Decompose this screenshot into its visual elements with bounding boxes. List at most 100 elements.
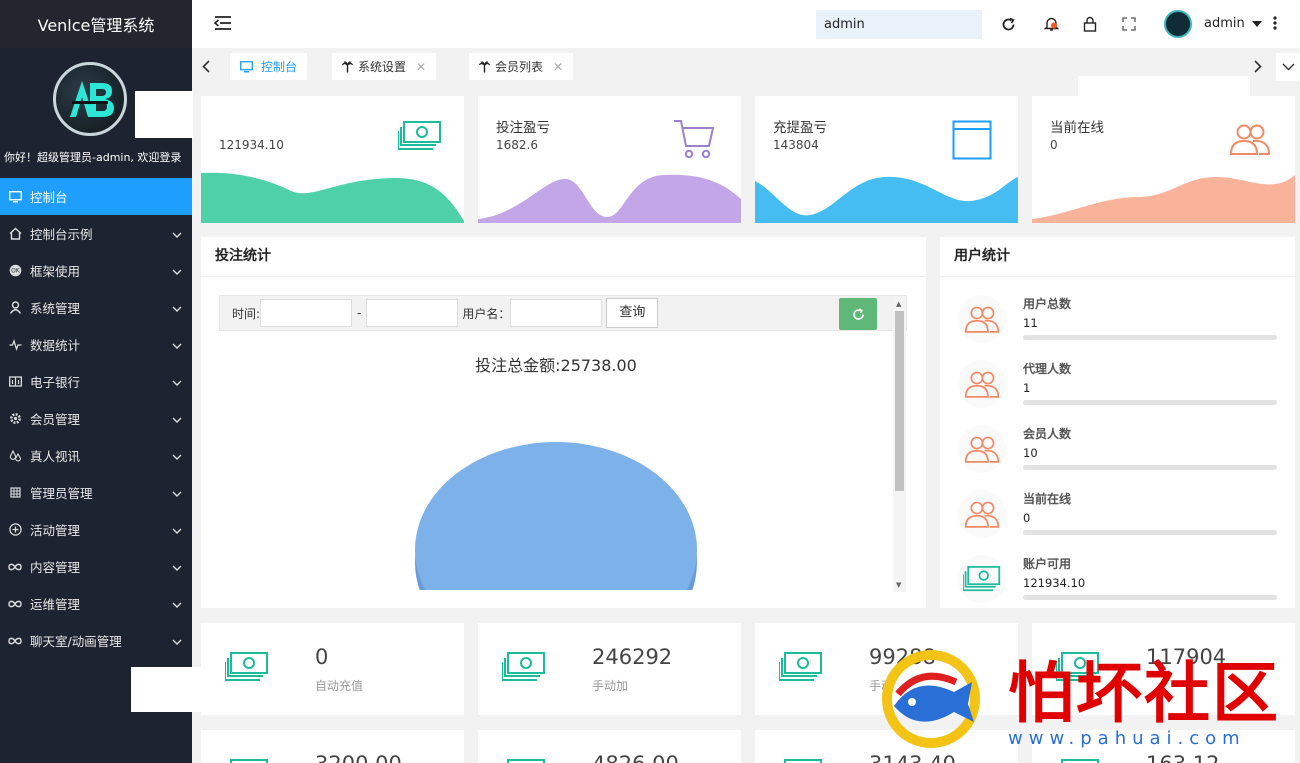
sidebar-item-system[interactable]: 系统管理 [0, 289, 192, 326]
close-icon[interactable]: ✕ [416, 60, 426, 74]
occlusion-box [135, 91, 193, 138]
welcome-text: 你好！超级管理员-admin, 欢迎登录 [4, 151, 182, 164]
sidebar-item-label: 控制台 [30, 190, 68, 205]
ok-icon: OK [8, 264, 22, 278]
chevron-down-icon [172, 559, 182, 574]
sidebar-item-dashboard[interactable]: 控制台 [0, 178, 192, 215]
pulse-icon [8, 338, 22, 352]
stat-wave-graphic [1032, 175, 1295, 223]
scrollbar-thumb[interactable] [895, 311, 904, 491]
bet-filter-bar: 时间: - 用户名： 查询 [219, 295, 907, 331]
user-menu[interactable]: admin [1204, 16, 1262, 31]
sidebar-item-live-video[interactable]: 真人视讯 [0, 437, 192, 474]
user-stat-label: 当前在线 [1023, 492, 1072, 506]
cash-icon [501, 651, 546, 687]
stat-card-value: 143804 [773, 138, 819, 152]
user-stat-bar [1023, 530, 1277, 535]
user-stat-label: 代理人数 [1023, 362, 1072, 376]
refresh-icon[interactable] [998, 14, 1018, 34]
user-stat-label: 会员人数 [1023, 427, 1072, 441]
end-time-input[interactable] [366, 299, 459, 327]
tab-dropdown-icon[interactable] [1276, 53, 1300, 81]
bet-pie-chart [415, 442, 697, 590]
monitor-icon [240, 60, 253, 73]
sidebar-item-admins[interactable]: 管理员管理 [0, 474, 192, 511]
scroll-down-icon[interactable]: ▼ [896, 581, 901, 589]
infinity-icon [8, 634, 22, 648]
sidebar-item-data-stats[interactable]: 数据统计 [0, 326, 192, 363]
sidebar-item-label: 电子银行 [30, 375, 81, 390]
stat-card-title: 投注盈亏 [496, 120, 550, 136]
user-stat-bar [1023, 595, 1277, 600]
user-avatar[interactable] [1164, 10, 1192, 38]
sidebar-item-content[interactable]: 内容管理 [0, 548, 192, 585]
watermark: 怕坏社区 www.pahuai.com [876, 640, 1296, 763]
gear-icon [8, 412, 22, 426]
stat-card-online: 当前在线 0 [1032, 96, 1295, 223]
stat-card-title: 当前在线 [1050, 120, 1104, 136]
bell-icon[interactable] [1041, 14, 1061, 34]
query-button[interactable]: 查询 [606, 298, 659, 328]
sidebar-item-dashboard-examples[interactable]: 控制台示例 [0, 215, 192, 252]
sidebar-item-chatroom[interactable]: 聊天室/动画管理 [0, 622, 192, 659]
bank-icon [8, 375, 22, 389]
svg-text:OK: OK [11, 268, 21, 275]
username-label: 用户名： [462, 306, 511, 321]
sidebar-item-framework[interactable]: OK 框架使用 [0, 252, 192, 289]
caret-down-icon [1251, 20, 1262, 27]
sidebar-item-label: 聊天室/动画管理 [30, 634, 122, 649]
chevron-down-icon [172, 485, 182, 500]
username-input[interactable] [510, 299, 603, 327]
chevron-down-icon [172, 300, 182, 315]
cash-icon [958, 555, 1006, 603]
cash-icon [502, 758, 546, 763]
lock-icon[interactable] [1080, 14, 1100, 34]
tab-dashboard[interactable]: 控制台 [230, 53, 308, 80]
user-stat-value: 1 [1023, 381, 1031, 395]
close-icon[interactable]: ✕ [553, 60, 563, 74]
sidebar-item-label: 真人视讯 [30, 449, 81, 464]
chart-scrollbar[interactable]: ▲ ▼ [893, 297, 906, 592]
plus-circle-icon [8, 523, 22, 537]
stat-card-title: 充提盈亏 [773, 120, 827, 136]
stat-wave-graphic [755, 176, 1018, 223]
users-icon [958, 295, 1006, 343]
refresh-button[interactable] [839, 298, 877, 330]
sidebar-item-ebank[interactable]: 电子银行 [0, 363, 192, 400]
menu-toggle-icon[interactable] [213, 15, 232, 35]
tab-scroll-right-icon[interactable] [1254, 60, 1262, 77]
start-time-input[interactable] [260, 299, 353, 327]
chevron-down-icon [172, 448, 182, 463]
topbar: admin admin [192, 0, 1300, 48]
tab-member-list[interactable]: 会员列表 ✕ [469, 53, 574, 80]
fish-logo-icon [882, 650, 980, 748]
sidebar-item-label: 运维管理 [30, 597, 81, 612]
sidebar-menu: 控制台 控制台示例 OK 框架使用 系统管理 数据统计 电子银行 会员管理 真人… [0, 178, 192, 659]
sidebar-item-ops[interactable]: 运维管理 [0, 585, 192, 622]
chevron-down-icon [172, 337, 182, 352]
infinity-icon [8, 597, 22, 611]
sidebar-item-label: 控制台示例 [30, 227, 93, 242]
tab-label: 控制台 [261, 60, 298, 74]
summary-card-manual-add: 246292 手动加 [478, 623, 741, 715]
summary-number: 0 [315, 645, 329, 669]
tab-system-settings[interactable]: 系统设置 ✕ [332, 53, 437, 80]
summary-card-6: 4826.00 [478, 730, 741, 763]
chevron-down-icon [172, 633, 182, 648]
tab-scroll-left-icon[interactable] [202, 60, 210, 77]
sidebar-item-label: 系统管理 [30, 301, 81, 316]
window-icon [952, 120, 992, 164]
user-stat-label: 用户总数 [1023, 297, 1072, 311]
cash-icon [397, 120, 442, 156]
summary-label: 手动加 [592, 679, 629, 693]
sidebar-item-label: 会员管理 [30, 412, 81, 427]
stat-card-value: 1682.6 [496, 138, 538, 152]
fullscreen-icon[interactable] [1119, 14, 1139, 34]
scroll-up-icon[interactable]: ▲ [896, 300, 901, 308]
sidebar-item-activities[interactable]: 活动管理 [0, 511, 192, 548]
search-input[interactable]: admin [816, 10, 982, 39]
more-vertical-icon[interactable] [1272, 15, 1278, 35]
stat-card-deposit-profit: 充提盈亏 143804 [755, 96, 1018, 223]
bet-stats-panel: 投注统计 时间: - 用户名： 查询 投注总金额:25738.00 ▲ ▼ [201, 237, 926, 608]
sidebar-item-members[interactable]: 会员管理 [0, 400, 192, 437]
